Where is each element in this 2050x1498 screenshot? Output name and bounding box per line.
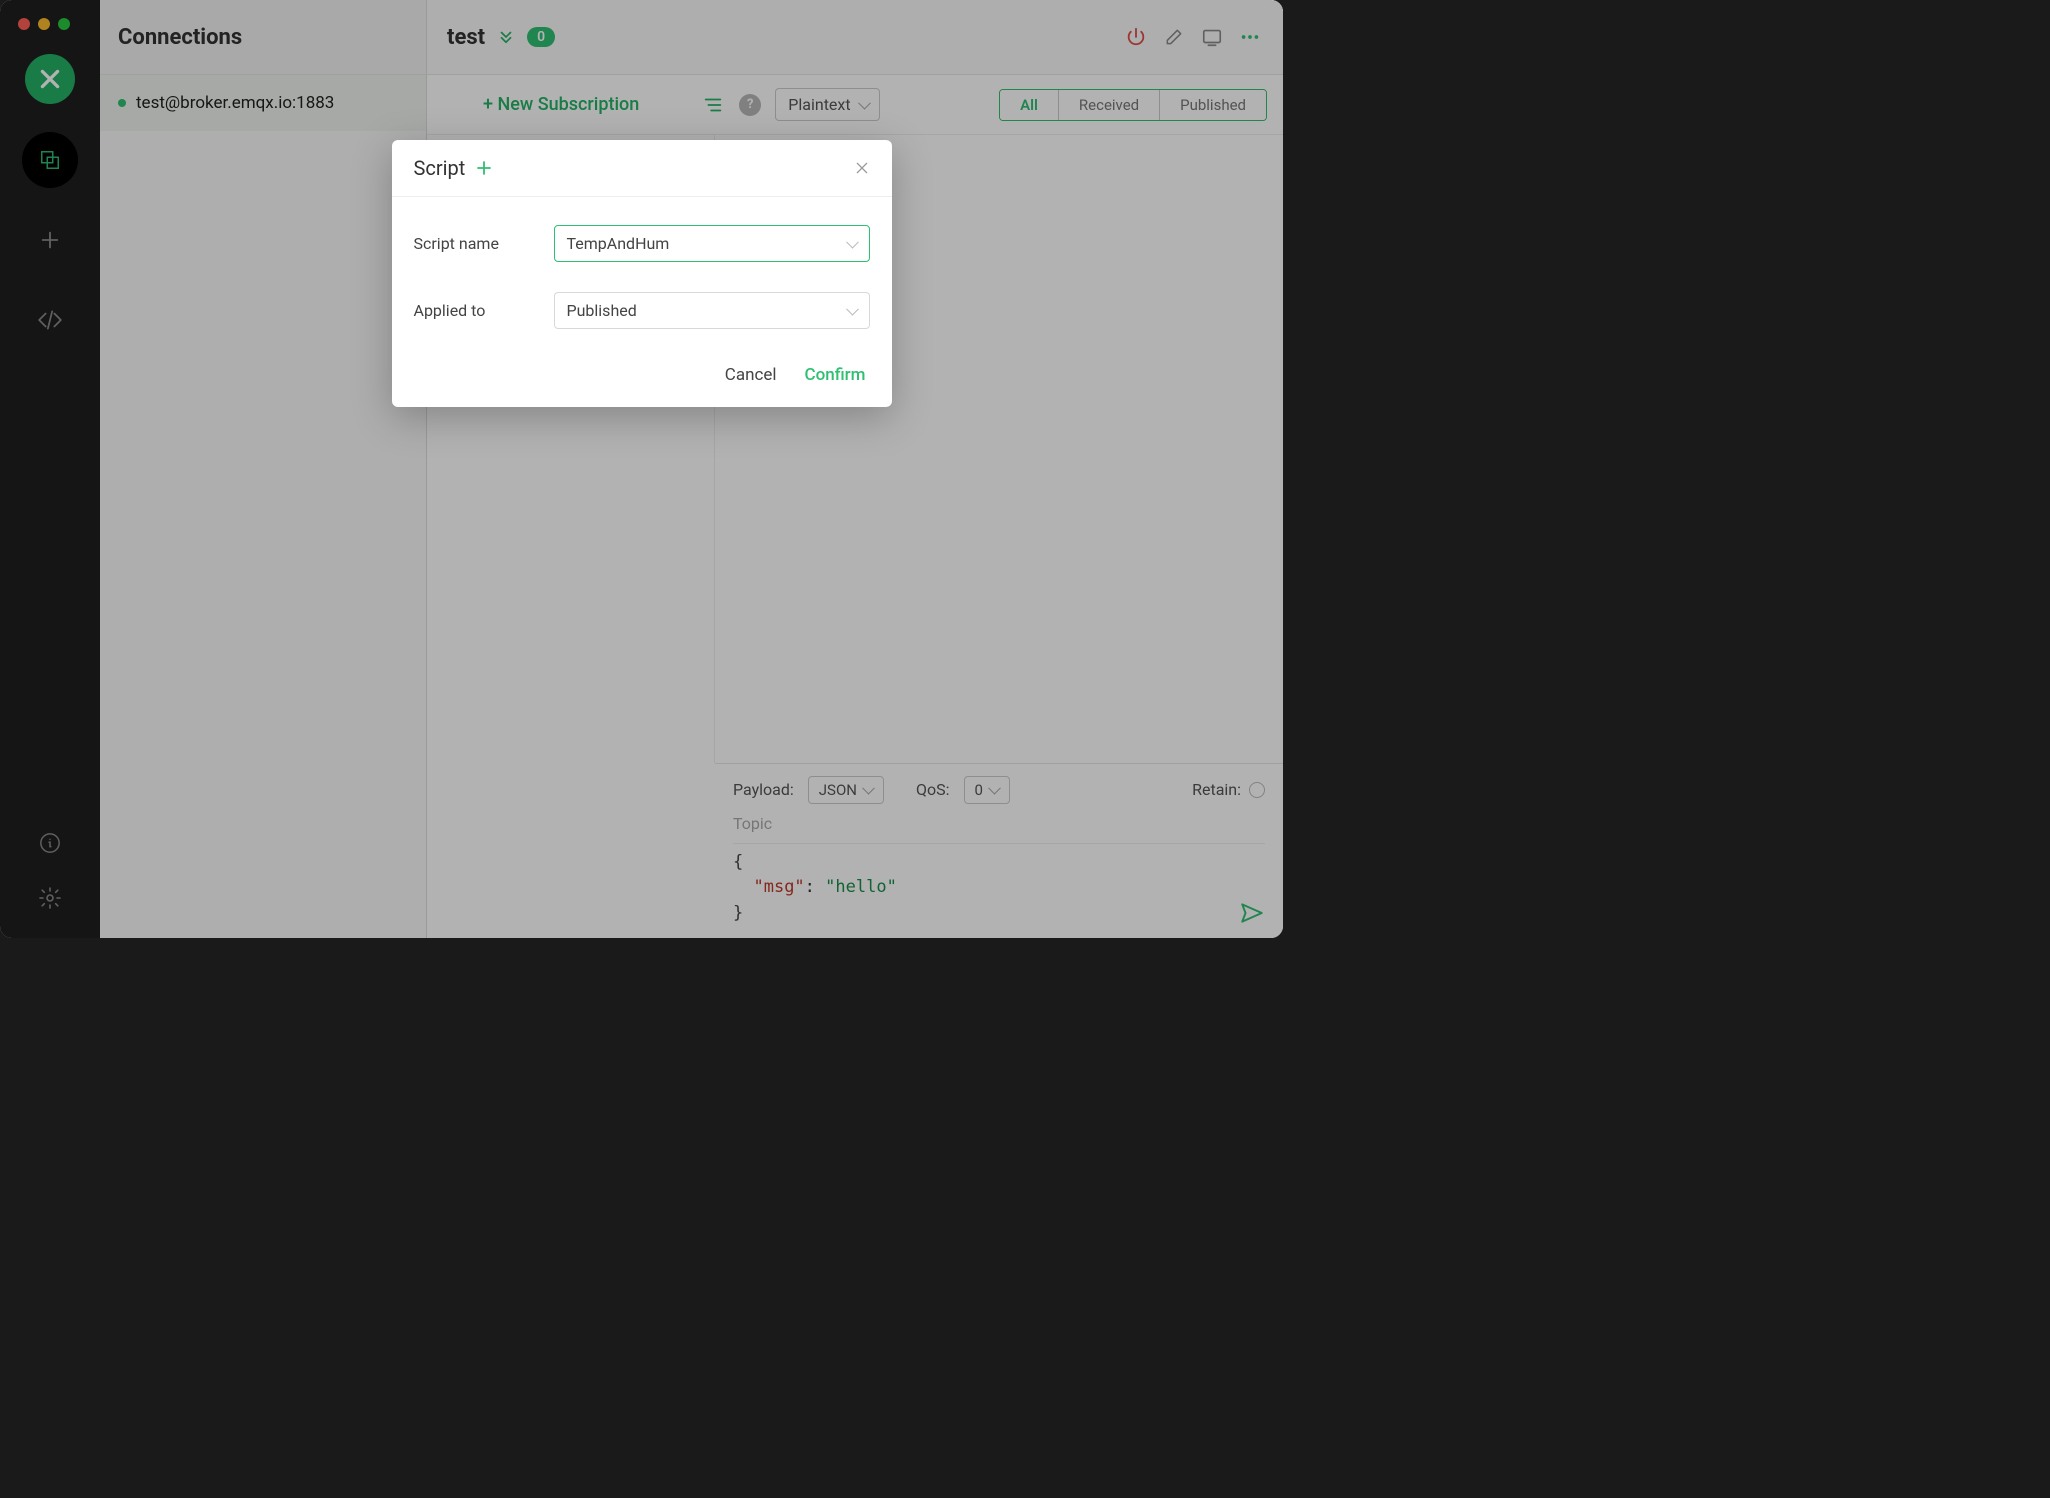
add-script-icon[interactable]	[475, 159, 493, 177]
script-name-label: Script name	[414, 234, 534, 253]
applied-to-label: Applied to	[414, 301, 534, 320]
confirm-button[interactable]: Confirm	[805, 365, 866, 385]
modal-title: Script	[414, 156, 466, 180]
script-name-select[interactable]: TempAndHum	[554, 225, 870, 262]
app-window: Connections test@broker.emqx.io:1883 tes…	[0, 0, 1283, 938]
close-icon[interactable]	[854, 160, 870, 176]
modal-header: Script	[392, 140, 892, 197]
applied-to-select[interactable]: Published	[554, 292, 870, 329]
cancel-button[interactable]: Cancel	[725, 365, 777, 385]
script-modal: Script Script name TempAndHum Applied to…	[392, 140, 892, 407]
modal-overlay: Script Script name TempAndHum Applied to…	[0, 0, 1283, 938]
